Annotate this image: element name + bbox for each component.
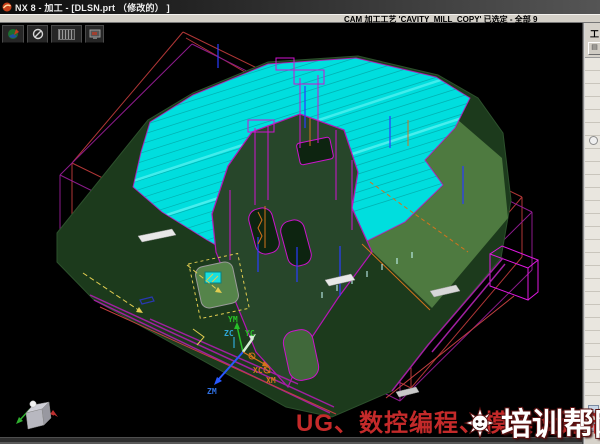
window-title: NX 8 - 加工 - [DLSN.prt （修改的） ] xyxy=(15,1,170,14)
monitor-icon[interactable] xyxy=(85,25,104,43)
axis-label-xm: XM xyxy=(266,376,276,385)
graphics-window[interactable]: YM YC ZC ZM XC XM xyxy=(0,23,582,437)
axis-label-ym: YM xyxy=(228,315,238,324)
navigator-row-icon xyxy=(589,136,598,145)
axis-label-xc: XC xyxy=(253,366,263,375)
operation-navigator-panel[interactable]: 工 ▤ xyxy=(585,23,600,444)
palette-icon[interactable] xyxy=(2,25,24,43)
sun-logo-icon xyxy=(461,403,499,441)
nx-logo-icon xyxy=(2,2,12,12)
nx-window: NX 8 - 加工 - [DLSN.prt （修改的） ] CAM 加工工艺 '… xyxy=(0,0,600,444)
axis-label-yc: YC xyxy=(245,329,255,338)
view-triad-cube[interactable] xyxy=(16,401,58,429)
navigator-toolbar-icon[interactable]: ▤ xyxy=(588,42,600,55)
navigator-title: 工 xyxy=(590,27,600,40)
no-selection-icon[interactable] xyxy=(27,25,48,43)
watermark-text: 培训帮网 xyxy=(501,399,600,444)
axis-label-zm: ZM xyxy=(207,387,217,396)
view-toolbar xyxy=(2,25,104,43)
cad-3d-scene[interactable]: YM YC ZC ZM XC XM xyxy=(0,23,582,437)
navigator-list[interactable] xyxy=(585,57,600,408)
boss-feature xyxy=(194,261,240,310)
grid-icon[interactable] xyxy=(51,25,82,43)
title-bar: NX 8 - 加工 - [DLSN.prt （修改的） ] xyxy=(0,0,600,14)
axis-label-zc: ZC xyxy=(224,329,234,338)
watermark: 培训帮网 xyxy=(461,399,600,444)
status-bar: CAM 加工工艺 'CAVITY_MILL_COPY' 已选定 - 全部 9 xyxy=(0,14,600,23)
